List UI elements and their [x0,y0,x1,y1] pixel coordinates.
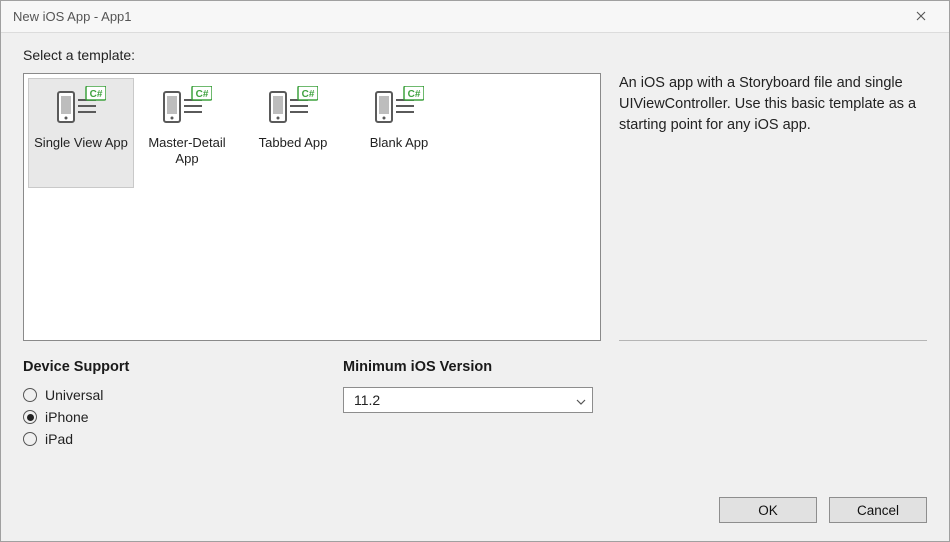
cancel-button[interactable]: Cancel [829,497,927,523]
dialog-footer: OK Cancel [23,497,927,523]
device-radio-label: Universal [45,387,103,403]
mid-row: C# Single View App C# Master-Detail App … [23,73,927,341]
template-item[interactable]: C# Tabbed App [240,78,346,188]
description-column: An iOS app with a Storyboard file and si… [619,73,927,341]
titlebar: New iOS App - App1 [1,1,949,33]
min-ios-select[interactable]: 11.2 [343,387,593,413]
template-item[interactable]: C# Master-Detail App [134,78,240,188]
device-radio-label: iPhone [45,409,89,425]
ok-button-label: OK [758,503,778,518]
ok-button[interactable]: OK [719,497,817,523]
template-icon: C# [267,85,319,129]
device-radio-label: iPad [45,431,73,447]
template-label: Master-Detail App [135,135,239,168]
device-radio[interactable]: Universal [23,387,343,403]
template-list: C# Single View App C# Master-Detail App … [23,73,601,341]
min-ios-group: Minimum iOS Version 11.2 [343,359,623,453]
device-support-heading: Device Support [23,359,343,375]
svg-text:C#: C# [408,89,421,100]
close-button[interactable] [901,1,941,32]
cancel-button-label: Cancel [857,503,899,518]
template-label: Single View App [30,135,132,151]
svg-text:C#: C# [196,89,209,100]
min-ios-heading: Minimum iOS Version [343,359,623,375]
template-description: An iOS app with a Storyboard file and si… [619,73,927,136]
svg-text:C#: C# [90,89,103,100]
options-row: Device Support Universal iPhone iPad Min… [23,359,927,453]
device-radio[interactable]: iPhone [23,409,343,425]
svg-text:C#: C# [302,89,315,100]
device-radio[interactable]: iPad [23,431,343,447]
radio-icon [23,388,37,402]
template-label: Tabbed App [255,135,332,151]
prompt-label: Select a template: [23,47,927,63]
close-icon [916,9,926,24]
template-icon: C# [55,85,107,129]
template-icon: C# [161,85,213,129]
chevron-down-icon [576,392,586,408]
min-ios-value: 11.2 [354,392,380,408]
radio-icon [23,432,37,446]
radio-icon [23,410,37,424]
template-item[interactable]: C# Blank App [346,78,452,188]
dialog-body: Select a template: C# Single View App C#… [1,33,949,541]
template-icon: C# [373,85,425,129]
description-separator [619,340,927,341]
template-label: Blank App [366,135,433,151]
dialog-window: New iOS App - App1 Select a template: C#… [0,0,950,542]
device-support-group: Device Support Universal iPhone iPad [23,359,343,453]
window-title: New iOS App - App1 [13,9,901,24]
template-item[interactable]: C# Single View App [28,78,134,188]
